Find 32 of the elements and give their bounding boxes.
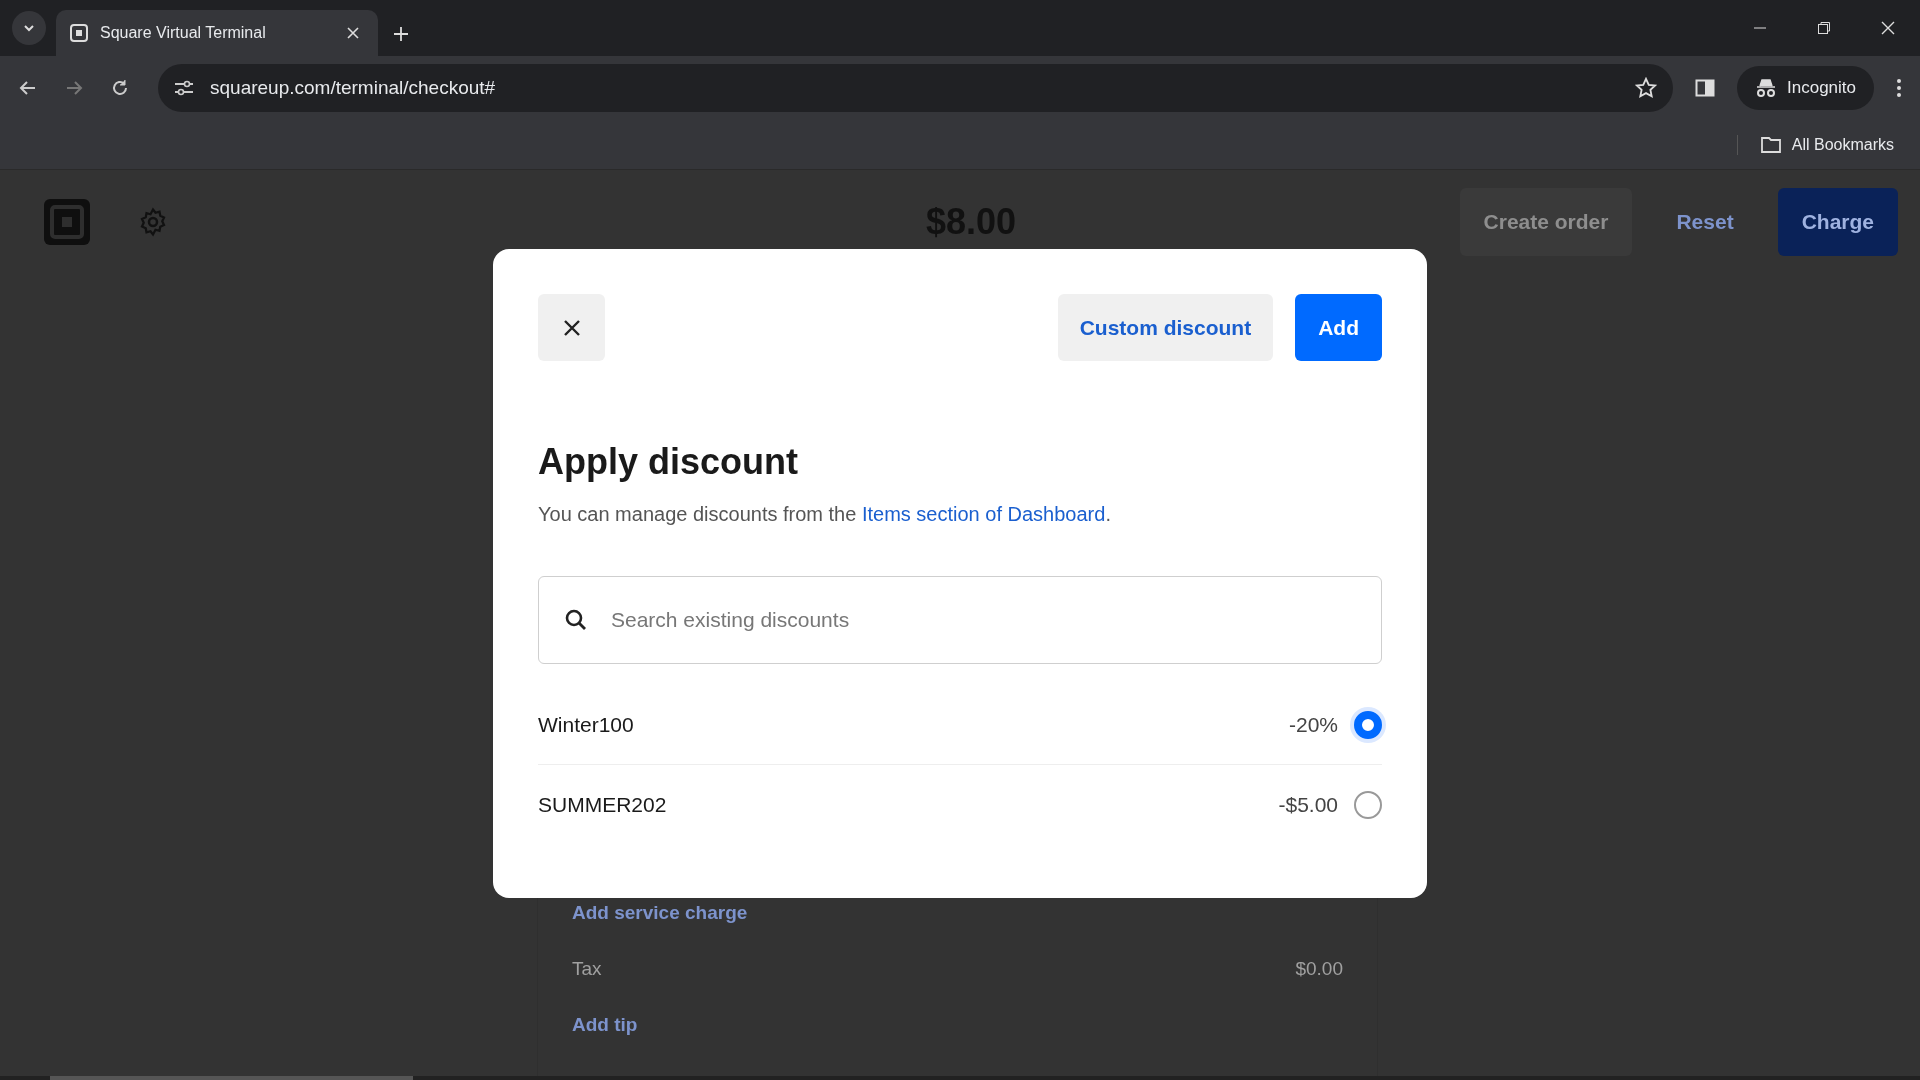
discount-radio[interactable] [1354,790,1382,819]
discount-name: Winter100 [538,713,635,737]
search-field[interactable]: Search existing discounts [538,576,1382,664]
dialog-title: Apply discount [538,441,799,483]
summary-label: Tax [572,958,602,980]
charge-button[interactable]: Charge [1777,188,1898,256]
summary-link[interactable]: Add service charge [572,902,748,923]
create-order-button[interactable]: Create order [1459,188,1633,256]
folder-icon [1759,135,1782,154]
incognito-icon [1755,78,1777,98]
site-settings-icon[interactable] [174,80,194,96]
search-icon [564,608,588,632]
tab-search-button[interactable] [12,11,46,45]
add-button[interactable]: Add [1295,294,1382,361]
scrollbar-thumb[interactable] [50,1076,413,1080]
discount-amount: -20% [1288,713,1338,737]
discount-radio[interactable] [1354,711,1382,739]
browser-tab[interactable]: Square Virtual Terminal [56,10,378,56]
summary-value: $0.00 [1295,958,1343,980]
custom-discount-button[interactable]: Custom discount [1057,294,1274,361]
dialog-description: You can manage discounts from the Items section of Dashboard. [538,503,1112,526]
bookmark-star-icon[interactable] [1635,77,1657,99]
discount-name: SUMMER202 [538,792,668,817]
tab-title: Square Virtual Terminal [100,24,267,42]
incognito-button[interactable]: Incognito [1737,66,1874,110]
dashboard-link[interactable]: Items section of Dashboard [861,503,1106,525]
square-logo-icon [70,24,88,42]
discount-amount: -$5.00 [1278,792,1338,817]
close-icon [561,317,582,338]
bookmarks-folder[interactable]: All Bookmarks [1736,134,1900,155]
summary-link[interactable]: Add tip [572,1014,638,1035]
reset-button[interactable]: Reset [1652,188,1758,256]
